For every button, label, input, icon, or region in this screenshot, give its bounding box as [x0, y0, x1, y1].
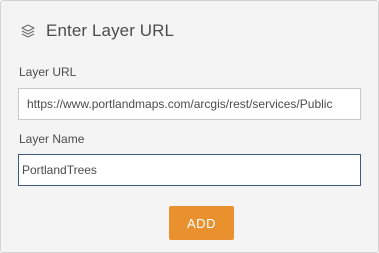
panel-header: Enter Layer URL — [20, 19, 174, 43]
layer-url-label: Layer URL — [19, 65, 77, 79]
layer-name-input[interactable] — [18, 154, 361, 186]
layer-name-label: Layer Name — [19, 132, 85, 146]
layer-url-input[interactable] — [18, 88, 361, 120]
enter-layer-url-panel: Enter Layer URL Layer URL Layer Name ADD — [0, 0, 379, 253]
add-button[interactable]: ADD — [169, 206, 234, 240]
panel-title: Enter Layer URL — [46, 21, 175, 40]
layers-icon — [20, 23, 36, 39]
